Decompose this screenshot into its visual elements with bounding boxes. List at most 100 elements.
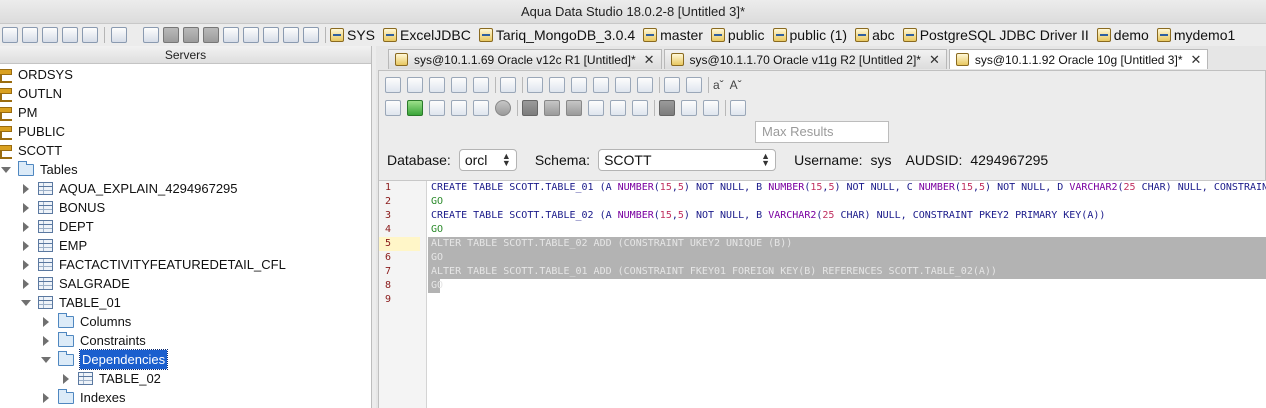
database-icon[interactable] [82,27,98,43]
cut-icon[interactable] [549,77,565,93]
collapse-arrow-icon[interactable] [40,354,52,366]
query-search-icon[interactable] [22,27,38,43]
list-icon[interactable] [243,27,259,43]
increase-font-icon[interactable]: Aˇ [730,78,742,92]
connection-abc[interactable]: abc [855,27,895,43]
expand-arrow-icon[interactable] [20,221,32,233]
connection-demo[interactable]: demo [1096,27,1149,43]
tree-view-icon[interactable] [183,27,199,43]
execute-all-icon[interactable] [385,100,401,116]
connection-master[interactable]: master [643,27,703,43]
find-replace-icon[interactable] [686,77,702,93]
expand-arrow-icon[interactable] [20,240,32,252]
save-icon[interactable] [429,77,445,93]
redo-icon[interactable] [637,77,653,93]
tree-item-dependencies[interactable]: Dependencies [40,349,169,370]
undo-icon[interactable] [615,77,631,93]
expand-arrow-icon[interactable] [40,335,52,347]
execute-selected-icon[interactable] [429,100,445,116]
connection-public-1[interactable]: public (1) [772,27,847,43]
close-tab-icon[interactable]: ✕ [1191,52,1202,68]
connection-sys[interactable]: SYS [330,27,375,43]
script-icon[interactable] [111,27,127,43]
print-icon[interactable] [500,77,516,93]
audsid-value: 4294967295 [970,152,1049,168]
tree-item-table[interactable]: FACTACTIVITYFEATUREDETAIL_CFL [20,255,286,274]
stop-icon[interactable] [495,100,511,116]
explain-icon[interactable] [473,100,489,116]
layout-icon[interactable] [659,100,675,116]
table-icon[interactable] [223,27,239,43]
new-icon[interactable] [385,77,401,93]
tree-item-public[interactable]: PUBLIC [0,122,65,141]
decrease-font-icon[interactable]: aˇ [713,78,724,92]
tree-item-table[interactable]: BONUS [20,198,105,217]
connection-mongodb[interactable]: Tariq_MongoDB_3.0.4 [478,27,635,43]
tab-untitled-3[interactable]: sys@10.1.1.92 Oracle 10g [Untitled 3]* ✕ [948,49,1209,69]
pivot-results-icon[interactable] [566,100,582,116]
tree-item-table[interactable]: EMP [20,236,87,255]
save-all-icon[interactable] [473,77,489,93]
tree-item-constraints[interactable]: Constraints [40,331,146,350]
save-as-icon[interactable] [451,77,467,93]
connection-public[interactable]: public [710,27,765,43]
connection-mydemo1[interactable]: mydemo1 [1156,27,1235,43]
find-icon[interactable] [664,77,680,93]
connection-postgresql[interactable]: PostgreSQL JDBC Driver II [902,27,1089,43]
query-icon[interactable] [2,27,18,43]
collapse-arrow-icon[interactable] [0,164,12,176]
tree-item-pm[interactable]: PM [0,103,38,122]
tree-item-table[interactable]: AQUA_EXPLAIN_4294967295 [20,179,238,198]
dropdown-icon[interactable] [131,27,139,43]
tree-item-table-02[interactable]: TABLE_02 [60,369,161,388]
expand-arrow-icon[interactable] [40,392,52,404]
form-icon[interactable] [263,27,279,43]
collapse-arrow-icon[interactable] [20,297,32,309]
tab-untitled-2[interactable]: sys@10.1.1.70 Oracle v11g R2 [Untitled 2… [663,49,947,69]
execute-icon[interactable] [407,100,423,116]
chart-icon[interactable] [303,27,319,43]
close-tab-icon[interactable]: ✕ [929,52,940,68]
tree-item-ordsys[interactable]: ORDSYS [0,65,73,84]
note-view-icon[interactable] [203,27,219,43]
tab-untitled-1[interactable]: sys@10.1.1.69 Oracle v12c R1 [Untitled]*… [388,49,662,69]
expand-arrow-icon[interactable] [20,259,32,271]
text-results-icon[interactable] [544,100,560,116]
detail-icon[interactable] [283,27,299,43]
expand-arrow-icon[interactable] [40,316,52,328]
query-find-icon[interactable] [42,27,58,43]
tree-item-indexes[interactable]: Indexes [40,388,126,407]
tree-item-table[interactable]: SALGRADE [20,274,130,293]
autocommit-icon[interactable] [588,100,604,116]
options-icon[interactable] [730,100,746,116]
tree-item-table[interactable]: DEPT [20,217,94,236]
tree-item-tables[interactable]: Tables [0,160,78,179]
paste-icon[interactable] [593,77,609,93]
close-tab-icon[interactable]: ✕ [644,52,655,68]
commit-icon[interactable] [610,100,626,116]
history-icon[interactable] [703,100,719,116]
grid-view-icon[interactable] [163,27,179,43]
expand-arrow-icon[interactable] [20,278,32,290]
expand-arrow-icon[interactable] [20,183,32,195]
tree-item-table-01[interactable]: TABLE_01 [20,293,121,312]
split-icon[interactable] [143,27,159,43]
expand-arrow-icon[interactable] [60,373,72,385]
connection-exceljdbc[interactable]: ExcelJDBC [383,27,471,43]
expand-arrow-icon[interactable] [20,202,32,214]
select-icon[interactable] [527,77,543,93]
split-results-icon[interactable] [681,100,697,116]
rollback-icon[interactable] [632,100,648,116]
database-select[interactable]: orcl ▲ ▼ [458,149,517,171]
grid-results-icon[interactable] [522,100,538,116]
copy-icon[interactable] [571,77,587,93]
tree-item-columns[interactable]: Columns [40,312,131,331]
query-compare-icon[interactable] [62,27,78,43]
schema-select[interactable]: SCOTT ▲ ▼ [598,149,777,171]
tree-item-outln[interactable]: OUTLN [0,84,62,103]
open-icon[interactable] [407,77,423,93]
execute-current-icon[interactable] [451,100,467,116]
sql-editor[interactable]: 1 2 3 4 5 6 7 8 9 CREATE TABLE SCOTT.TAB… [379,180,1266,408]
tree-item-scott[interactable]: SCOTT [0,141,62,160]
max-results-input[interactable]: Max Results [755,121,889,143]
